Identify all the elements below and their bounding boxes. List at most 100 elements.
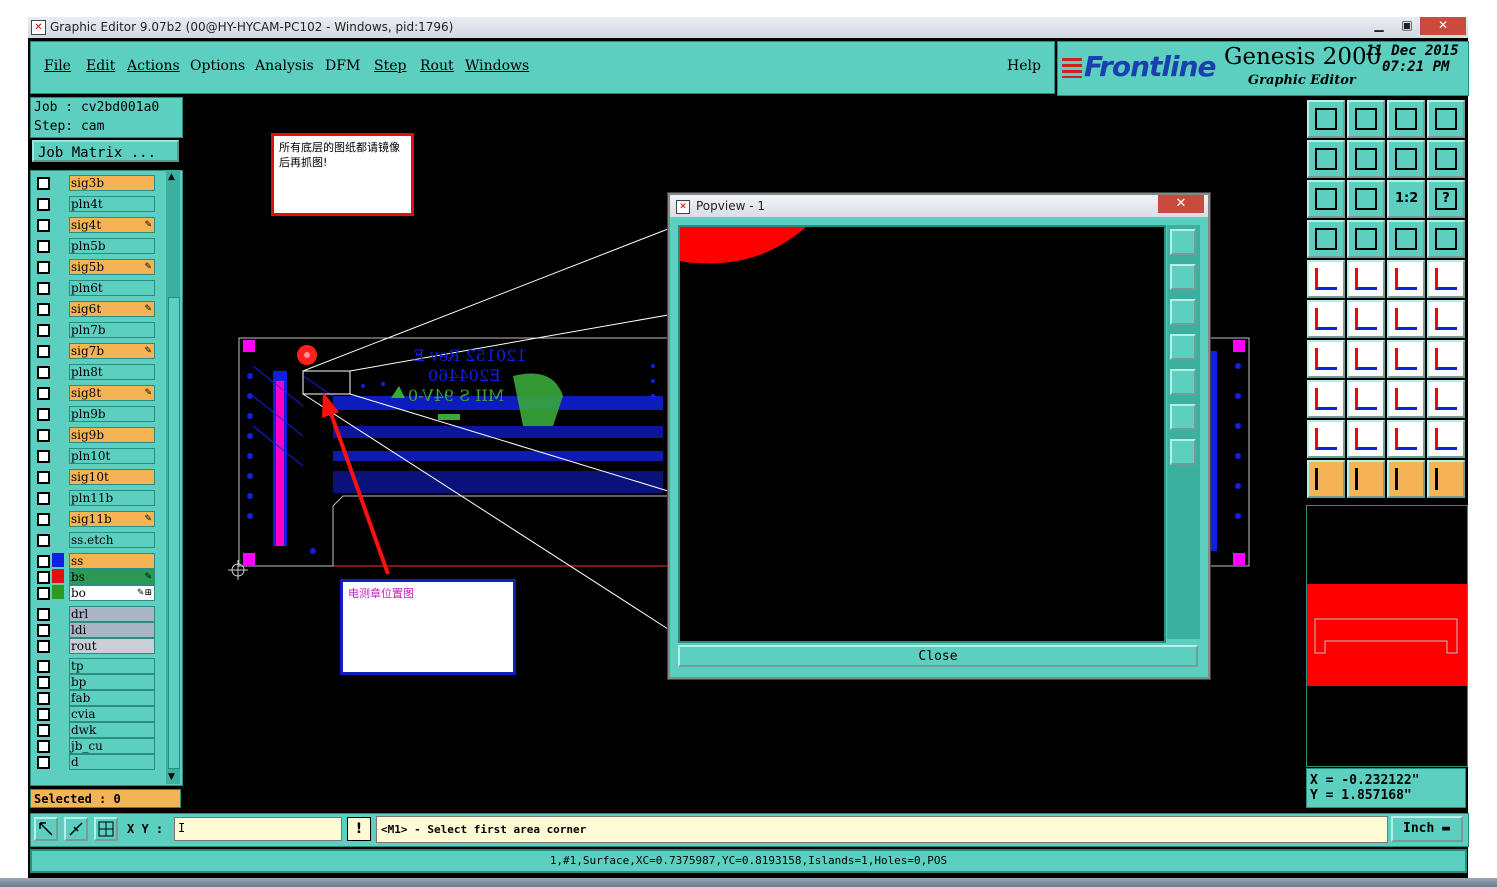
layer-row-sig8t[interactable]: sig8t ✎ [33, 384, 183, 401]
layer-checkbox[interactable] [37, 324, 50, 337]
layer-row-sig5b[interactable]: sig5b ✎ [33, 258, 183, 275]
layer-row-pln4t[interactable]: pln4t [33, 195, 183, 212]
layer-color-swatch[interactable] [52, 553, 64, 567]
layer-row-fab[interactable]: fab [33, 689, 183, 706]
layer-checkbox[interactable] [37, 198, 50, 211]
layer-row-pln7b[interactable]: pln7b [33, 321, 183, 338]
layer-color-swatch[interactable] [52, 585, 64, 599]
job-matrix-button[interactable]: Job Matrix ... [32, 140, 179, 162]
grid-icon[interactable] [1347, 220, 1385, 258]
layer-checkbox[interactable] [37, 387, 50, 400]
layer-name[interactable]: ldi [69, 622, 155, 638]
layer-checkbox[interactable] [37, 429, 50, 442]
layer-row-drl[interactable]: drl [33, 605, 183, 622]
layer-checkbox[interactable] [37, 513, 50, 526]
popview-title-bar[interactable]: ✕ Popview - 1 ✕ [670, 195, 1208, 217]
layer-row-sig3b[interactable]: sig3b [33, 174, 183, 191]
layer-checkbox[interactable] [37, 624, 50, 637]
layer-checkbox[interactable] [37, 471, 50, 484]
arc-add-icon[interactable] [1387, 300, 1425, 338]
pan-left-icon[interactable] [1307, 140, 1345, 178]
surface-icon[interactable] [1347, 260, 1385, 298]
connect-icon[interactable] [1307, 300, 1345, 338]
popview-screen[interactable] [678, 225, 1166, 643]
layer-checkbox[interactable] [37, 240, 50, 253]
layer-checkbox[interactable] [37, 571, 50, 584]
layer-name[interactable]: sig7b ✎ [69, 343, 155, 359]
window-icon[interactable] [1427, 100, 1465, 138]
layer-checkbox[interactable] [37, 692, 50, 705]
layer-row-ldi[interactable]: ldi [33, 621, 183, 638]
layer-name[interactable]: sig6t ✎ [69, 301, 155, 317]
layer-name[interactable]: rout [69, 638, 155, 654]
scroll-down-icon[interactable]: ▼ [168, 772, 178, 782]
layer-name[interactable]: sig3b [69, 175, 155, 191]
select-box-icon[interactable] [1347, 460, 1385, 498]
layer-row-sig9b[interactable]: sig9b [33, 426, 183, 443]
layer-checkbox[interactable] [37, 450, 50, 463]
layer-name[interactable]: dwk [69, 722, 155, 738]
menu-analysis[interactable]: Analysis [255, 58, 314, 74]
select-poly-icon[interactable] [1387, 460, 1425, 498]
select-net-icon[interactable] [1427, 460, 1465, 498]
select-icon[interactable] [1307, 460, 1345, 498]
layer-checkbox[interactable] [37, 492, 50, 505]
layer-name[interactable]: pln10t [69, 448, 155, 464]
scroll-thumb[interactable] [168, 297, 180, 769]
layer-name[interactable]: pln7b [69, 322, 155, 338]
layer-down-icon[interactable] [1347, 100, 1385, 138]
rotate-icon[interactable] [1387, 340, 1425, 378]
layer-name[interactable]: pln6t [69, 280, 155, 296]
layer-row-pln8t[interactable]: pln8t [33, 363, 183, 380]
layer-row-bo[interactable]: bo ✎⊞ [33, 584, 183, 601]
layer-row-pln6t[interactable]: pln6t [33, 279, 183, 296]
close-icon[interactable]: ✕ [1420, 17, 1466, 35]
layer-checkbox[interactable] [37, 219, 50, 232]
netlist-icon[interactable] [1387, 220, 1425, 258]
layer-row-bs[interactable]: bs ✎ [33, 568, 183, 585]
zoom-center-icon[interactable] [1347, 180, 1385, 218]
layer-row-d[interactable]: d [33, 753, 183, 770]
ruler-icon[interactable] [1387, 260, 1425, 298]
layer-row-dwk[interactable]: dwk [33, 721, 183, 738]
layer-row-sig6t[interactable]: sig6t ✎ [33, 300, 183, 317]
layer-name[interactable]: sig8t ✎ [69, 385, 155, 401]
arrow-a-icon[interactable] [1387, 420, 1425, 458]
unit-selector[interactable]: Inch ▬ [1391, 816, 1463, 842]
layer-name[interactable]: pln8t [69, 364, 155, 380]
menu-edit[interactable]: Edit [86, 58, 115, 74]
layer-name[interactable]: sig4t ✎ [69, 217, 155, 233]
menu-step[interactable]: Step [374, 58, 406, 74]
popview-pan-up-icon[interactable] [1170, 264, 1196, 290]
layer-name[interactable]: ss.etch [69, 532, 155, 548]
layer-checkbox[interactable] [37, 587, 50, 600]
cross-icon[interactable] [1347, 300, 1385, 338]
layer-row-jb-cu[interactable]: jb_cu [33, 737, 183, 754]
layer-name[interactable]: sig5b ✎ [69, 259, 155, 275]
layer-checkbox[interactable] [37, 345, 50, 358]
resize-icon[interactable] [1387, 380, 1425, 418]
arrow-up-icon[interactable] [1347, 420, 1385, 458]
layer-name[interactable]: pln9b [69, 406, 155, 422]
pan-right-icon[interactable] [1347, 140, 1385, 178]
ratio-label[interactable]: 1:2 [1387, 180, 1425, 218]
layer-row-pln10t[interactable]: pln10t [33, 447, 183, 464]
layer-checkbox[interactable] [37, 303, 50, 316]
menu-rout[interactable]: Rout [420, 58, 454, 74]
netlist-compare-icon[interactable] [1427, 220, 1465, 258]
layer-row-ss-etch[interactable]: ss.etch [33, 531, 183, 548]
popview-pan-down-icon[interactable] [1170, 299, 1196, 325]
maximize-icon[interactable]: ▣ [1392, 17, 1422, 35]
alert-button[interactable]: ! [347, 817, 371, 841]
zoom-fit-icon[interactable] [1307, 180, 1345, 218]
layer-checkbox[interactable] [37, 640, 50, 653]
layer-color-swatch[interactable] [52, 569, 64, 583]
layer-up-icon[interactable] [1307, 100, 1345, 138]
layer-checkbox[interactable] [37, 660, 50, 673]
snap-icon[interactable] [1427, 140, 1465, 178]
layer-checkbox[interactable] [37, 366, 50, 379]
menu-file[interactable]: File [44, 58, 71, 74]
move-icon[interactable] [1307, 380, 1345, 418]
layer-checkbox[interactable] [37, 708, 50, 721]
popview-zoom-in-icon[interactable] [1170, 229, 1196, 255]
